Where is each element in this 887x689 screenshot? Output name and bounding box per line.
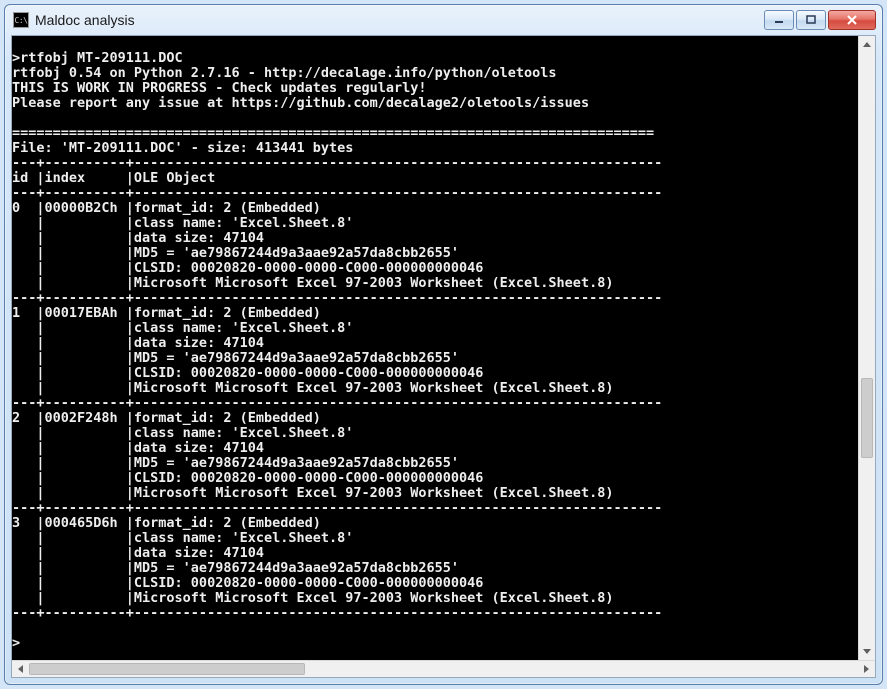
terminal-line: | |Microsoft Microsoft Excel 97-2003 Wor…: [12, 591, 858, 606]
horizontal-scrollbar[interactable]: [12, 660, 875, 677]
vertical-scrollbar[interactable]: [858, 36, 875, 660]
terminal-line: | |class name: 'Excel.Sheet.8': [12, 321, 858, 336]
terminal-line: ---+----------+-------------------------…: [12, 291, 858, 306]
terminal-line: ---+----------+-------------------------…: [12, 396, 858, 411]
terminal-line: >rtfobj MT-209111.DOC: [12, 51, 858, 66]
terminal-line: | |CLSID: 00020820-0000-0000-C000-000000…: [12, 471, 858, 486]
terminal-line: id |index |OLE Object: [12, 171, 858, 186]
terminal-viewport: >rtfobj MT-209111.DOCrtfobj 0.54 on Pyth…: [12, 36, 875, 660]
chevron-right-icon: [864, 665, 869, 673]
terminal-line: 1 |00017EBAh |format_id: 2 (Embedded): [12, 306, 858, 321]
terminal-line: [12, 111, 858, 126]
scroll-right-button[interactable]: [858, 661, 875, 677]
terminal-line: | |Microsoft Microsoft Excel 97-2003 Wor…: [12, 486, 858, 501]
terminal-line: >: [12, 636, 858, 651]
terminal-line: 3 |000465D6h |format_id: 2 (Embedded): [12, 516, 858, 531]
terminal-line: [12, 621, 858, 636]
maximize-button[interactable]: [796, 10, 826, 30]
terminal-line: ---+----------+-------------------------…: [12, 606, 858, 621]
minimize-button[interactable]: [764, 10, 794, 30]
terminal-line: File: 'MT-209111.DOC' - size: 413441 byt…: [12, 141, 858, 156]
terminal-line: | |MD5 = 'ae79867244d9a3aae92a57da8cbb26…: [12, 246, 858, 261]
chevron-down-icon: [863, 649, 871, 654]
terminal-line: | |Microsoft Microsoft Excel 97-2003 Wor…: [12, 276, 858, 291]
chevron-left-icon: [18, 665, 23, 673]
terminal-line: ---+----------+-------------------------…: [12, 156, 858, 171]
terminal-line: | |data size: 47104: [12, 441, 858, 456]
terminal-line: ---+----------+-------------------------…: [12, 501, 858, 516]
scroll-left-button[interactable]: [12, 661, 29, 677]
terminal-line: | |MD5 = 'ae79867244d9a3aae92a57da8cbb26…: [12, 561, 858, 576]
terminal-line: | |CLSID: 00020820-0000-0000-C000-000000…: [12, 366, 858, 381]
terminal-line: 2 |0002F248h |format_id: 2 (Embedded): [12, 411, 858, 426]
terminal-line: | |class name: 'Excel.Sheet.8': [12, 216, 858, 231]
terminal-line: | |CLSID: 00020820-0000-0000-C000-000000…: [12, 261, 858, 276]
chevron-up-icon: [863, 42, 871, 47]
horizontal-scroll-thumb[interactable]: [29, 663, 305, 675]
terminal-line: | |MD5 = 'ae79867244d9a3aae92a57da8cbb26…: [12, 351, 858, 366]
scroll-down-button[interactable]: [859, 643, 875, 660]
terminal-line: | |class name: 'Excel.Sheet.8': [12, 426, 858, 441]
scroll-up-button[interactable]: [859, 36, 875, 53]
terminal-line: [12, 36, 858, 51]
terminal-line: | |CLSID: 00020820-0000-0000-C000-000000…: [12, 576, 858, 591]
horizontal-scroll-track[interactable]: [29, 661, 841, 677]
terminal-line: | |data size: 47104: [12, 336, 858, 351]
terminal-line: | |MD5 = 'ae79867244d9a3aae92a57da8cbb26…: [12, 456, 858, 471]
terminal-line: THIS IS WORK IN PROGRESS - Check updates…: [12, 81, 858, 96]
terminal-line: | |Microsoft Microsoft Excel 97-2003 Wor…: [12, 381, 858, 396]
window: C:\ Maldoc analysis >rtfobj MT-209111.DO…: [4, 4, 883, 685]
window-controls: [764, 10, 876, 30]
titlebar[interactable]: C:\ Maldoc analysis: [5, 5, 882, 35]
terminal-line: | |data size: 47104: [12, 231, 858, 246]
terminal-line: ---+----------+-------------------------…: [12, 186, 858, 201]
close-button[interactable]: [828, 10, 876, 30]
terminal-line: Please report any issue at https://githu…: [12, 96, 858, 111]
client-area: >rtfobj MT-209111.DOCrtfobj 0.54 on Pyth…: [11, 35, 876, 678]
vertical-scroll-thumb[interactable]: [861, 378, 873, 458]
terminal-line: 0 |00000B2Ch |format_id: 2 (Embedded): [12, 201, 858, 216]
terminal-line: ========================================…: [12, 126, 858, 141]
terminal-output[interactable]: >rtfobj MT-209111.DOCrtfobj 0.54 on Pyth…: [12, 36, 858, 660]
terminal-line: rtfobj 0.54 on Python 2.7.16 - http://de…: [12, 66, 858, 81]
window-title: Maldoc analysis: [35, 12, 764, 28]
terminal-line: | |class name: 'Excel.Sheet.8': [12, 531, 858, 546]
terminal-line: | |data size: 47104: [12, 546, 858, 561]
vertical-scroll-track[interactable]: [859, 53, 875, 643]
app-icon: C:\: [13, 12, 29, 28]
